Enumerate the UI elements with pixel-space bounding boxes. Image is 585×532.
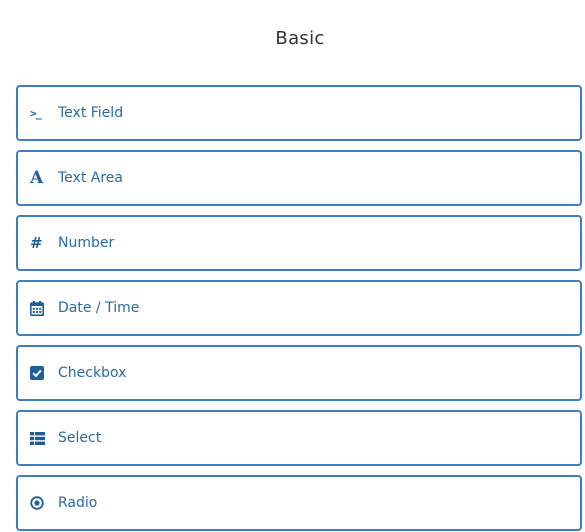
component-label: Number (58, 235, 115, 251)
component-date-time[interactable]: Date / Time (16, 280, 582, 336)
form-builder-sidebar: Basic >_ Text Field A Text Area # Number (0, 0, 585, 532)
component-label: Select (58, 430, 102, 446)
component-label: Text Area (58, 170, 123, 186)
dot-circle-icon (30, 496, 58, 510)
component-radio[interactable]: Radio (16, 475, 582, 531)
component-label: Checkbox (58, 365, 127, 381)
component-palette: >_ Text Field A Text Area # Number Date … (16, 85, 582, 532)
hashtag-icon: # (30, 234, 43, 252)
terminal-icon: >_ (30, 106, 42, 120)
component-label: Date / Time (58, 300, 140, 316)
component-number[interactable]: # Number (16, 215, 582, 271)
component-text-field[interactable]: >_ Text Field (16, 85, 582, 141)
component-select[interactable]: Select (16, 410, 582, 466)
check-square-icon (30, 366, 58, 380)
th-list-icon (30, 431, 58, 445)
component-label: Radio (58, 495, 98, 511)
component-label: Text Field (58, 105, 124, 121)
font-icon: A (30, 168, 44, 188)
calendar-icon (30, 300, 58, 316)
component-text-area[interactable]: A Text Area (16, 150, 582, 206)
component-checkbox[interactable]: Checkbox (16, 345, 582, 401)
group-title: Basic (275, 28, 325, 49)
